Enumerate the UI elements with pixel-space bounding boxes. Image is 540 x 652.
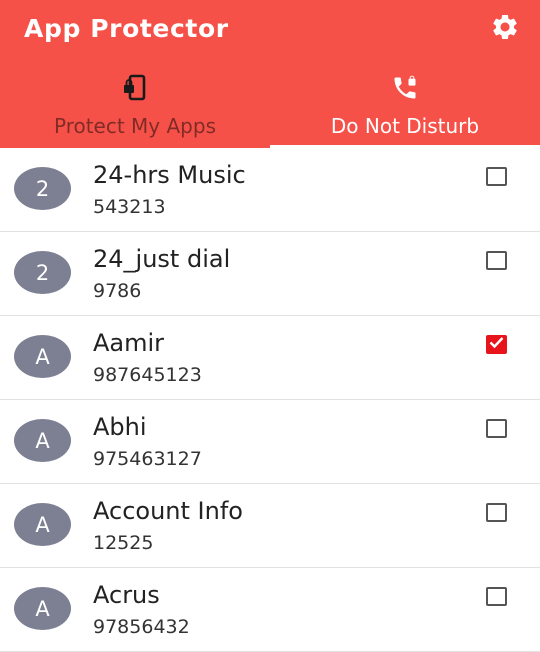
app-title: App Protector: [24, 14, 229, 43]
checkmark-icon: [489, 336, 504, 354]
app-bar: App Protector Protect My Apps Do Not Dis…: [0, 0, 540, 148]
tab-do-not-disturb[interactable]: Do Not Disturb: [270, 60, 540, 148]
phone-lock-call-icon: [389, 74, 421, 102]
contact-number: 543213: [93, 196, 166, 218]
tab-protect-my-apps[interactable]: Protect My Apps: [0, 60, 270, 148]
contact-row[interactable]: 2 24-hrs Music 543213: [0, 148, 540, 232]
contact-row[interactable]: A Account Info 12525: [0, 484, 540, 568]
contact-name: Account Info: [93, 497, 243, 525]
gear-icon: [490, 12, 520, 47]
contact-number: 97856432: [93, 616, 190, 638]
contact-checkbox[interactable]: [486, 503, 507, 522]
contact-name: Acrus: [93, 581, 160, 609]
contact-row[interactable]: 2 24_just dial 9786: [0, 232, 540, 316]
contact-checkbox[interactable]: [486, 251, 507, 270]
contact-name: 24-hrs Music: [93, 161, 246, 189]
contact-number: 975463127: [93, 448, 202, 470]
contact-row[interactable]: A Abhi 975463127: [0, 400, 540, 484]
phone-lock-icon: [120, 74, 150, 102]
contact-name: 24_just dial: [93, 245, 231, 273]
contact-number: 987645123: [93, 364, 202, 386]
contact-checkbox[interactable]: [486, 167, 507, 186]
contact-number: 12525: [93, 532, 154, 554]
tab-bar: Protect My Apps Do Not Disturb: [0, 60, 540, 148]
contact-checkbox[interactable]: [486, 587, 507, 606]
contact-name: Aamir: [93, 329, 165, 357]
contact-list: 2 24-hrs Music 543213 2 24_just dial 978…: [0, 148, 540, 652]
contact-number: 9786: [93, 280, 142, 302]
contact-checkbox[interactable]: [486, 419, 507, 438]
avatar: A: [14, 503, 71, 546]
avatar: A: [14, 419, 71, 462]
contact-name: Abhi: [93, 413, 147, 441]
avatar: A: [14, 587, 71, 630]
avatar: 2: [14, 251, 71, 294]
tab-label: Do Not Disturb: [330, 114, 480, 138]
tab-label: Protect My Apps: [53, 114, 216, 138]
settings-button[interactable]: [488, 12, 522, 46]
contact-checkbox[interactable]: [486, 335, 507, 354]
avatar: A: [14, 335, 71, 378]
avatar: 2: [14, 167, 71, 210]
contact-row[interactable]: A Acrus 97856432: [0, 568, 540, 652]
contact-row[interactable]: A Aamir 987645123: [0, 316, 540, 400]
